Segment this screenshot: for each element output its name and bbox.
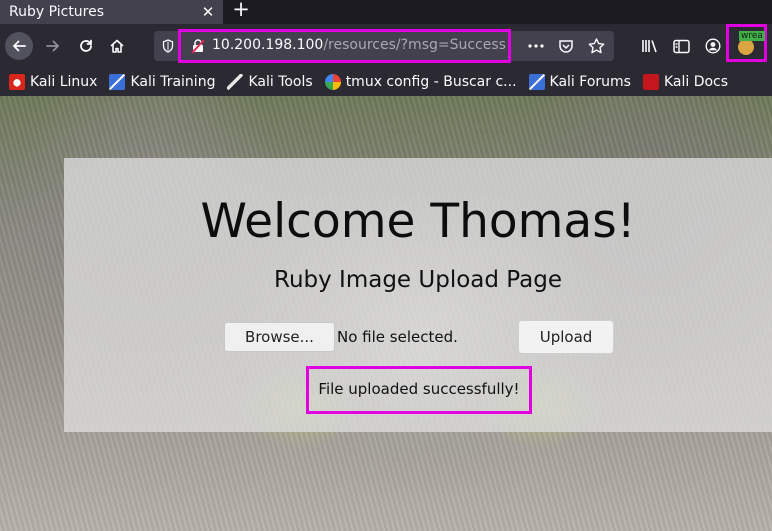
browser-window: Ruby Pictures ✕ + 10.200.198.100/resourc…	[0, 0, 772, 531]
insecure-lock-icon[interactable]	[191, 38, 205, 54]
upload-button[interactable]: Upload	[518, 320, 614, 354]
url-text[interactable]: 10.200.198.100/resources/?msg=Success	[212, 37, 506, 53]
sidebar-toggle-icon[interactable]	[671, 36, 691, 56]
pocket-icon[interactable]	[556, 36, 576, 56]
page-actions-icon[interactable]	[526, 36, 546, 56]
url-host: 10.200.198.100	[212, 37, 324, 53]
navigation-toolbar: 10.200.198.100/resources/?msg=Success wr…	[0, 24, 772, 68]
file-status-text: No file selected.	[337, 328, 458, 346]
forward-arrow-icon	[46, 40, 60, 52]
tab-ruby-pictures[interactable]: Ruby Pictures ✕	[0, 0, 223, 24]
extension-icon[interactable]	[738, 39, 754, 55]
home-button[interactable]	[103, 32, 131, 60]
home-icon	[110, 39, 124, 53]
upload-card: Welcome Thomas! Ruby Image Upload Page B…	[64, 158, 772, 432]
kali-tools-icon	[227, 74, 244, 90]
tab-title: Ruby Pictures	[9, 4, 105, 20]
welcome-heading: Welcome Thomas!	[200, 194, 636, 249]
bookmark-star-icon[interactable]	[586, 36, 606, 56]
bookmark-kali-linux[interactable]: Kali Linux	[9, 74, 97, 90]
extension-badge: wrea	[739, 31, 765, 41]
success-message-box: File uploaded successfully!	[306, 366, 532, 414]
google-icon	[324, 74, 341, 90]
close-tab-icon[interactable]: ✕	[199, 2, 217, 22]
kali-forums-icon	[528, 74, 545, 90]
extension-highlight-box: wrea	[726, 24, 767, 62]
bookmark-kali-training[interactable]: Kali Training	[109, 74, 215, 90]
kali-docs-icon	[642, 74, 659, 90]
back-button[interactable]	[5, 32, 33, 60]
bookmark-kali-tools[interactable]: Kali Tools	[227, 74, 313, 90]
bookmark-label: Kali Linux	[30, 74, 98, 90]
upload-page-subtitle: Ruby Image Upload Page	[274, 267, 562, 293]
success-message: File uploaded successfully!	[318, 380, 520, 398]
tracking-shield-icon[interactable]	[162, 39, 174, 53]
account-icon[interactable]	[703, 36, 723, 56]
reload-icon	[80, 39, 92, 52]
library-icon[interactable]	[640, 36, 660, 56]
new-tab-button[interactable]: +	[230, 0, 252, 22]
bookmark-label: Kali Docs	[663, 74, 729, 90]
reload-button[interactable]	[72, 32, 100, 60]
bookmark-label: Kali Training	[130, 74, 216, 90]
bookmarks-toolbar: Kali Linux Kali Training Kali Tools tmux…	[0, 68, 772, 96]
kali-linux-icon	[9, 74, 25, 90]
forward-button[interactable]	[39, 32, 67, 60]
bookmark-label: Kali Forums	[549, 74, 631, 90]
bookmark-kali-docs[interactable]: Kali Docs	[642, 74, 729, 90]
address-bar[interactable]: 10.200.198.100/resources/?msg=Success	[154, 29, 614, 63]
url-path: /resources/?msg=Success	[323, 37, 506, 53]
browse-button[interactable]: Browse...	[224, 322, 335, 352]
tab-strip: Ruby Pictures ✕ +	[0, 0, 772, 24]
bookmark-kali-forums[interactable]: Kali Forums	[528, 74, 631, 90]
bookmark-label: Kali Tools	[248, 74, 313, 90]
back-arrow-icon	[12, 40, 26, 52]
kali-training-icon	[109, 74, 126, 90]
bookmark-tmux-config[interactable]: tmux config - Buscar c...	[324, 74, 517, 90]
page-content: Welcome Thomas! Ruby Image Upload Page B…	[0, 96, 772, 531]
bookmark-label: tmux config - Buscar c...	[345, 74, 517, 90]
